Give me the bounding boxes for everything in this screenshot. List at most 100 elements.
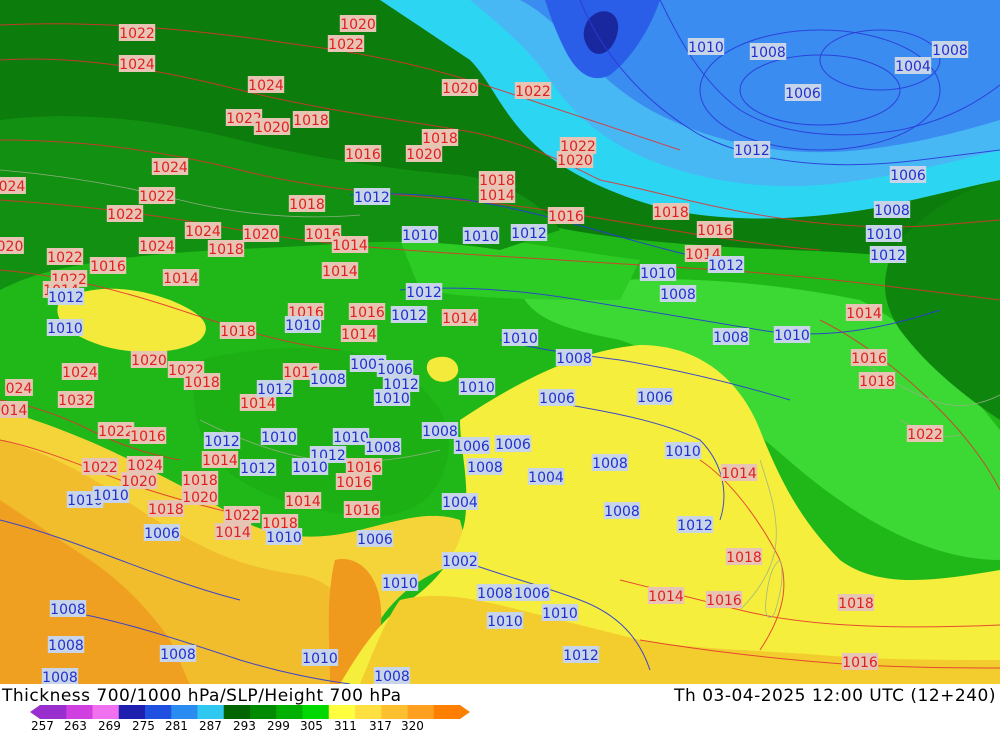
scale-segment (302, 705, 330, 719)
height-label: 1012 (48, 290, 84, 306)
height-label: 1010 (542, 606, 578, 622)
scale-tick-label: 299 (267, 719, 290, 733)
height-label: 1012 (204, 434, 240, 450)
height-label: 1008 (750, 45, 786, 61)
height-label: 1006 (454, 439, 490, 455)
height-label: 1008 (477, 586, 513, 602)
slp-label: 1020 (442, 81, 478, 97)
slp-label: 1022 (907, 427, 943, 443)
slp-label: 1014 (846, 306, 882, 322)
height-label: 1008 (604, 504, 640, 520)
height-label: 1006 (637, 390, 673, 406)
slp-label: 1020 (243, 227, 279, 243)
scale-tick-label: 275 (132, 719, 155, 733)
scale-segment (328, 705, 356, 719)
height-label: 1012 (563, 648, 599, 664)
height-label: 1008 (160, 647, 196, 663)
height-label: 1010 (640, 266, 676, 282)
slp-label: 1022 (107, 207, 143, 223)
height-label: 1008 (467, 460, 503, 476)
slp-label: 1016 (349, 305, 385, 321)
height-label: 1010 (93, 488, 129, 504)
scale-segment (381, 705, 408, 719)
height-label: 1006 (357, 532, 393, 548)
slp-label: 1024 (139, 239, 175, 255)
height-label: 1008 (310, 372, 346, 388)
map-title: Thickness 700/1000 hPa/SLP/Height 700 hP… (2, 686, 402, 706)
slp-label: 1016 (842, 655, 878, 671)
height-label: 1010 (374, 391, 410, 407)
height-label: 1010 (285, 318, 321, 334)
height-label: 1004 (442, 495, 478, 511)
scale-tick-label: 320 (401, 719, 424, 733)
height-label: 1008 (50, 602, 86, 618)
slp-label: 1014 (648, 589, 684, 605)
slp-label: 1022 (328, 37, 364, 53)
slp-label: 1022 (119, 26, 155, 42)
slp-label: 1014 (285, 494, 321, 510)
scale-segment (66, 705, 93, 719)
height-label: 1012 (257, 382, 293, 398)
slp-label: 1024 (152, 160, 188, 176)
slp-label: 1014 (721, 466, 757, 482)
height-label: 1008 (660, 287, 696, 303)
scale-tick-label: 305 (300, 719, 323, 733)
height-label: 1010 (688, 40, 724, 56)
slp-label: 1016 (130, 429, 166, 445)
slp-label: 1014 (163, 271, 199, 287)
slp-label: 1014 (322, 264, 358, 280)
slp-label: 1014 (240, 396, 276, 412)
scale-segment (171, 705, 198, 719)
height-label: 1008 (932, 43, 968, 59)
scale-segment (118, 705, 146, 719)
scale-segment (40, 705, 67, 719)
scale-arrow-right (460, 705, 470, 719)
slp-label: 1024 (127, 458, 163, 474)
height-label: 1010 (665, 444, 701, 460)
height-label: 1010 (866, 227, 902, 243)
height-label: 1010 (459, 380, 495, 396)
slp-label: 1032 (58, 393, 94, 409)
slp-label: 1020 (131, 353, 167, 369)
height-label: 1004 (895, 59, 931, 75)
slp-label: 1016 (706, 593, 742, 609)
slp-label: 1022 (224, 508, 260, 524)
slp-label: 1022 (139, 189, 175, 205)
height-label: 1002 (442, 554, 478, 570)
slp-label: 1020 (340, 17, 376, 33)
height-label: 1008 (422, 424, 458, 440)
height-label: 1010 (382, 576, 418, 592)
height-label: 1006 (785, 86, 821, 102)
slp-label: 1014 (332, 238, 368, 254)
slp-label: 1016 (851, 351, 887, 367)
height-label: 1010 (333, 430, 369, 446)
height-label: 1008 (713, 330, 749, 346)
slp-label: 024 (6, 381, 33, 397)
slp-label: 1020 (182, 490, 218, 506)
scale-segment (145, 705, 172, 719)
height-label: 1006 (890, 168, 926, 184)
slp-label: 014 (1, 403, 28, 419)
slp-label: 1022 (515, 84, 551, 100)
height-label: 1010 (487, 614, 523, 630)
slp-label: 1016 (548, 209, 584, 225)
scale-segment (276, 705, 303, 719)
slp-label: 1020 (406, 147, 442, 163)
slp-label: 1018 (859, 374, 895, 390)
height-label: 1012 (511, 226, 547, 242)
height-label: 1008 (365, 440, 401, 456)
height-label: 1012 (406, 285, 442, 301)
height-label: 1010 (402, 228, 438, 244)
height-label: 1010 (774, 328, 810, 344)
scale-segment (197, 705, 225, 719)
height-label: 1008 (874, 203, 910, 219)
slp-label: 1018 (726, 550, 762, 566)
slp-label: 1018 (422, 131, 458, 147)
scale-segment (407, 705, 435, 719)
slp-label: 1018 (653, 205, 689, 221)
height-label: 1012 (734, 143, 770, 159)
scale-tick-label: 263 (64, 719, 87, 733)
slp-label: 1018 (208, 242, 244, 258)
slp-label: 1016 (90, 259, 126, 275)
slp-label: 1014 (442, 311, 478, 327)
